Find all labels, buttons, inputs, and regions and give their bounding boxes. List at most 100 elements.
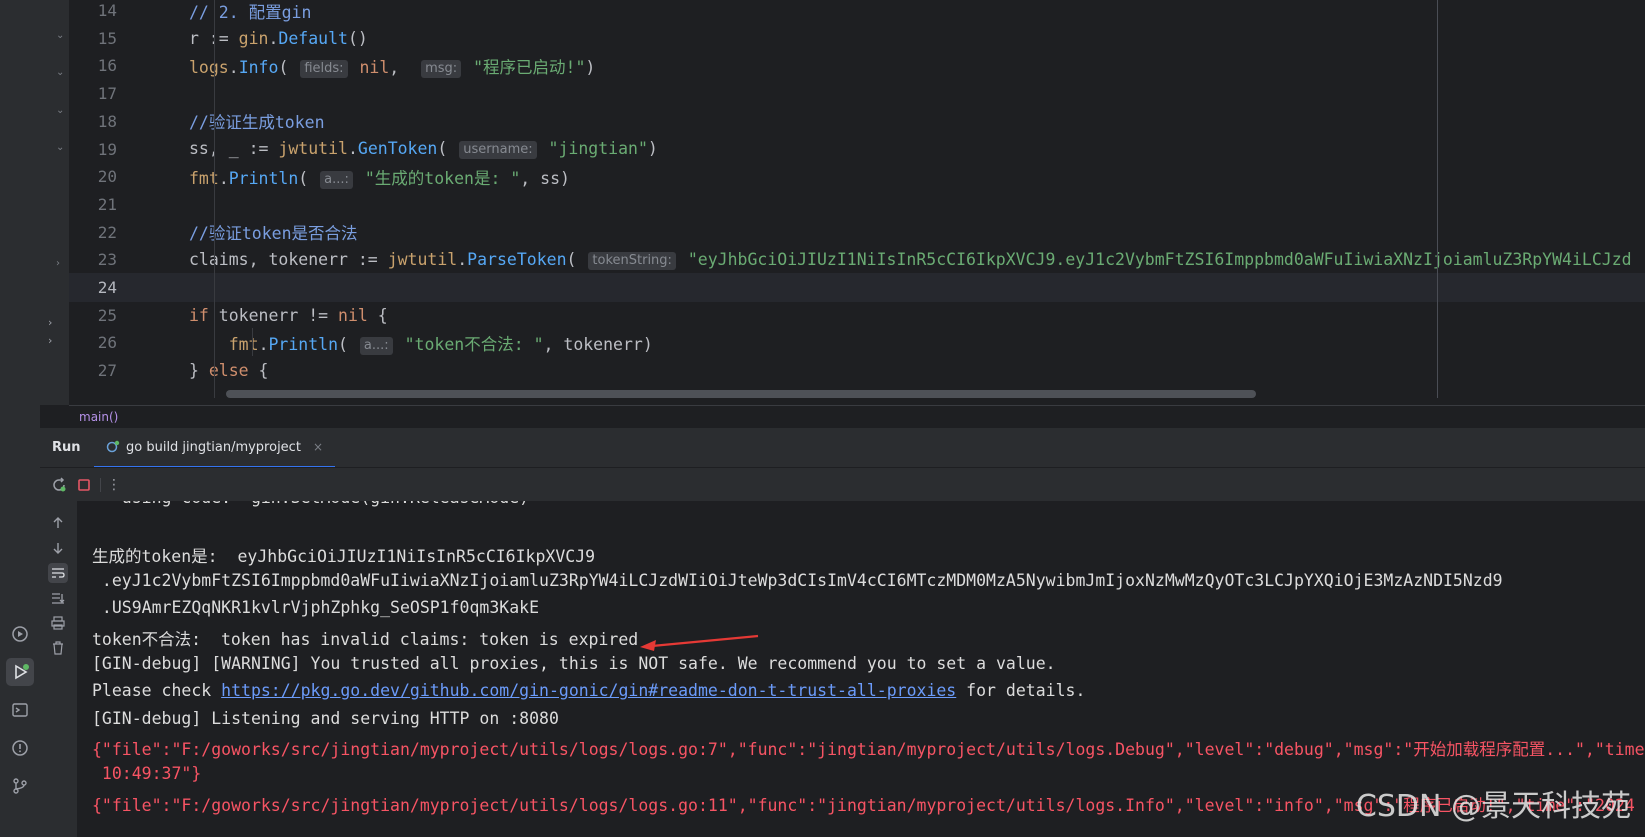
- scroll-down-icon[interactable]: [48, 538, 68, 558]
- scroll-to-end-icon[interactable]: [48, 588, 68, 608]
- code-text: ss, _ := jwtutil.GenToken( username: "ji…: [189, 139, 658, 159]
- console-line: 10:49:37"}: [92, 764, 202, 783]
- code-token: {: [248, 361, 269, 381]
- run-config-tab[interactable]: go build jingtian/myproject ×: [94, 428, 335, 468]
- code-token: nil: [338, 305, 368, 325]
- go-build-icon: [106, 440, 120, 453]
- expand-chevron-icon[interactable]: ›: [48, 316, 52, 329]
- code-line[interactable]: 19 ss, _ := jwtutil.GenToken( username: "…: [69, 135, 1645, 164]
- line-number: 22: [97, 222, 117, 242]
- horizontal-scrollbar[interactable]: [226, 390, 1256, 398]
- code-token: .: [268, 28, 279, 48]
- line-number: 15: [97, 28, 117, 48]
- fold-chevron-icon[interactable]: ⌄: [56, 30, 64, 41]
- indent-guide: [214, 0, 215, 398]
- code-line[interactable]: 27 } else {: [69, 356, 1645, 385]
- terminal-icon[interactable]: [6, 696, 34, 724]
- code-token: claims, tokenerr :=: [189, 249, 388, 269]
- code-token: if: [189, 305, 209, 325]
- line-number: 20: [97, 167, 117, 187]
- right-margin-guide: [1437, 0, 1438, 398]
- print-icon[interactable]: [48, 613, 68, 633]
- code-token: Default: [278, 28, 348, 48]
- line-number: 23: [97, 250, 117, 270]
- console-line: Please check https://pkg.go.dev/github.c…: [92, 681, 1085, 700]
- soft-wrap-icon[interactable]: [48, 563, 68, 583]
- rerun-icon[interactable]: [50, 476, 68, 494]
- code-token: "生成的token是: ": [354, 168, 521, 188]
- line-number: 19: [97, 139, 117, 159]
- breadcrumb[interactable]: main(): [69, 405, 1645, 428]
- line-number: 21: [97, 194, 117, 214]
- annotation-arrow-icon: [640, 634, 759, 651]
- code-token: gin: [238, 28, 269, 48]
- line-number: 27: [97, 361, 117, 381]
- console-line: 生成的token是: eyJhbGciOiJIUzI1NiIsInR5cCI6I…: [92, 547, 596, 567]
- more-options-icon[interactable]: ⋮: [105, 476, 123, 494]
- expand-chevron-icon[interactable]: ›: [48, 334, 52, 347]
- code-line[interactable]: 24: [69, 273, 1645, 302]
- code-token: .: [218, 168, 229, 188]
- docs-link[interactable]: https://pkg.go.dev/github.com/gin-gonic/…: [221, 681, 956, 700]
- code-token: {: [367, 305, 388, 325]
- run-panel-title: Run: [52, 440, 81, 455]
- code-text: //验证生成token: [189, 109, 325, 133]
- code-token: Info: [238, 57, 279, 77]
- scroll-up-icon[interactable]: [48, 513, 68, 533]
- fold-chevron-icon[interactable]: ⌄: [56, 142, 64, 153]
- fold-chevron-icon[interactable]: ⌄: [56, 105, 64, 116]
- code-line[interactable]: 20 fmt.Println( a...: "生成的token是: ", ss): [69, 162, 1645, 191]
- services-icon[interactable]: [6, 620, 34, 648]
- parameter-hint: fields:: [300, 59, 348, 78]
- code-token: "程序已启动!": [463, 57, 586, 77]
- code-line[interactable]: 18 //验证生成token: [69, 107, 1645, 136]
- code-token: jwtutil: [278, 139, 348, 158]
- console-line: [GIN-debug] [WARNING] You trusted all pr…: [92, 653, 1056, 673]
- run-toolbar: ⋮: [40, 467, 1645, 502]
- code-line[interactable]: 16 logs.Info( fields: nil, msg: "程序已启动!"): [69, 51, 1645, 80]
- code-token: .: [457, 249, 468, 269]
- code-token: "jingtian": [538, 139, 648, 158]
- code-token: (: [437, 139, 458, 158]
- code-token: //验证生成token: [189, 113, 325, 133]
- breadcrumb-function[interactable]: main(): [79, 410, 118, 424]
- code-line[interactable]: 15 r := gin.Default(): [69, 24, 1645, 53]
- code-line[interactable]: 26 fmt.Println( a...: "token不合法: ", toke…: [69, 328, 1645, 357]
- line-number: 14: [97, 1, 117, 20]
- git-icon[interactable]: [6, 772, 34, 800]
- parameter-hint: a...:: [320, 170, 353, 189]
- console-line: .US9AmrEZQqNKR1kvlrVjphZphkg_SeOSP1f0qm3…: [92, 598, 540, 618]
- code-token: ss, _ :=: [189, 139, 279, 158]
- console-line: token不合法: token has invalid claims: toke…: [92, 630, 639, 649]
- parameter-hint: username:: [459, 141, 537, 159]
- code-token: logs: [189, 57, 229, 77]
- trash-icon[interactable]: [48, 638, 68, 658]
- code-token: tokenerr !=: [208, 305, 339, 325]
- code-text: r := gin.Default(): [189, 29, 368, 48]
- code-token: Println: [268, 334, 339, 354]
- code-token: (: [566, 249, 587, 269]
- code-token: (: [298, 168, 319, 188]
- code-line[interactable]: 17: [69, 79, 1645, 108]
- code-token: }: [189, 361, 209, 381]
- code-editor[interactable]: 27 } else { 26 fmt.Println( a...: "token不合…: [69, 0, 1645, 405]
- fold-chevron-icon[interactable]: ›: [56, 258, 60, 269]
- code-token: "eyJhbGciOiJIUzI1NiIsInR5cCI6IkpXVCJ9.ey…: [677, 249, 1632, 269]
- console-line: .eyJ1c2VybmFtZSI6Imppbmd0aWFuIiwiaXNzIjo…: [92, 570, 1503, 590]
- structure-strip: ⌄ ⌄ ⌄ ⌄ › › ›: [40, 0, 69, 405]
- code-text: } else {: [189, 361, 269, 380]
- code-line[interactable]: 22//验证token是否合法: [69, 218, 1645, 247]
- run-tool-icon[interactable]: [6, 658, 34, 686]
- code-token: , ss): [520, 168, 570, 188]
- code-line[interactable]: 14 // 2. 配置gin: [69, 0, 1645, 25]
- problems-icon[interactable]: [6, 734, 34, 762]
- code-line[interactable]: 21: [69, 190, 1645, 219]
- code-line[interactable]: 25 if tokenerr != nil {: [69, 301, 1645, 330]
- code-line[interactable]: 23 claims, tokenerr := jwtutil.ParseToken…: [69, 245, 1645, 274]
- close-icon[interactable]: ×: [313, 440, 323, 454]
- fold-chevron-icon[interactable]: ⌄: [56, 67, 64, 78]
- stop-icon[interactable]: [75, 476, 93, 494]
- code-text: fmt.Println( a...: "生成的token是: ", ss): [189, 165, 570, 189]
- watermark: CSDN @景天科技苑: [1355, 789, 1631, 824]
- code-token: GenToken: [357, 139, 438, 158]
